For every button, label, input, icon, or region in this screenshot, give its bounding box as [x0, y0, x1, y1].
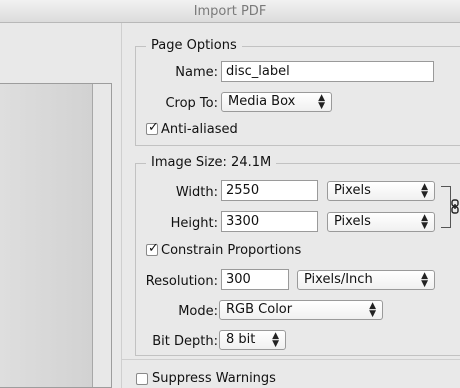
- crop-to-label: Crop To:: [165, 96, 218, 111]
- checkmark-icon: ✓: [148, 241, 159, 256]
- page-preview[interactable]: [0, 83, 112, 388]
- crop-to-select[interactable]: Media Box ▲ ▼: [221, 92, 332, 112]
- popup-arrows-icon: ▲ ▼: [369, 301, 376, 319]
- bit-depth-label: Bit Depth:: [152, 334, 218, 349]
- bit-depth-select[interactable]: 8 bit ▲ ▼: [219, 330, 286, 350]
- resolution-field[interactable]: 300: [221, 269, 289, 290]
- name-label: Name:: [175, 65, 218, 80]
- suppress-warnings-label[interactable]: Suppress Warnings: [152, 371, 276, 386]
- popup-arrows-icon: ▲ ▼: [421, 213, 428, 231]
- resolution-unit-select[interactable]: Pixels/Inch ▲ ▼: [297, 270, 435, 290]
- width-unit-value: Pixels: [334, 183, 371, 198]
- height-unit-select[interactable]: Pixels ▲ ▼: [327, 212, 435, 232]
- name-field[interactable]: disc_label: [221, 61, 434, 82]
- height-label: Height:: [170, 216, 218, 231]
- preview-scrollbar[interactable]: [92, 84, 111, 387]
- suppress-warnings-checkbox[interactable]: [136, 373, 148, 385]
- crop-to-value: Media Box: [228, 94, 296, 109]
- checkmark-icon: ✓: [148, 120, 159, 135]
- link-icon: [451, 199, 460, 215]
- mode-value: RGB Color: [226, 302, 293, 317]
- width-label: Width:: [175, 185, 218, 200]
- anti-aliased-label[interactable]: Anti-aliased: [161, 122, 238, 137]
- constrain-link-bracket: [441, 186, 451, 228]
- mode-select[interactable]: RGB Color ▲ ▼: [219, 300, 383, 320]
- resolution-label: Resolution:: [145, 274, 218, 289]
- popup-arrows-icon: ▲ ▼: [318, 93, 325, 111]
- popup-arrows-icon: ▲ ▼: [272, 331, 279, 349]
- window-title: Import PDF: [193, 4, 267, 19]
- resolution-unit-value: Pixels/Inch: [304, 272, 373, 287]
- constrain-proportions-label[interactable]: Constrain Proportions: [161, 243, 301, 258]
- bottom-separator: [121, 359, 460, 360]
- height-unit-value: Pixels: [334, 214, 371, 229]
- height-field[interactable]: 3300: [221, 211, 318, 232]
- popup-arrows-icon: ▲ ▼: [421, 271, 428, 289]
- mode-label: Mode:: [178, 304, 218, 319]
- panel-divider: [121, 23, 122, 388]
- bit-depth-value: 8 bit: [226, 332, 256, 347]
- anti-aliased-checkbox[interactable]: ✓: [146, 120, 159, 135]
- image-size-legend: Image Size: 24.1M: [146, 155, 277, 170]
- title-bar: Import PDF: [0, 0, 460, 23]
- width-unit-select[interactable]: Pixels ▲ ▼: [327, 181, 435, 201]
- width-field[interactable]: 2550: [221, 180, 318, 201]
- page-options-legend: Page Options: [146, 38, 242, 53]
- constrain-proportions-checkbox[interactable]: ✓: [146, 241, 159, 256]
- preview-thumbnail: [0, 84, 92, 387]
- popup-arrows-icon: ▲ ▼: [421, 182, 428, 200]
